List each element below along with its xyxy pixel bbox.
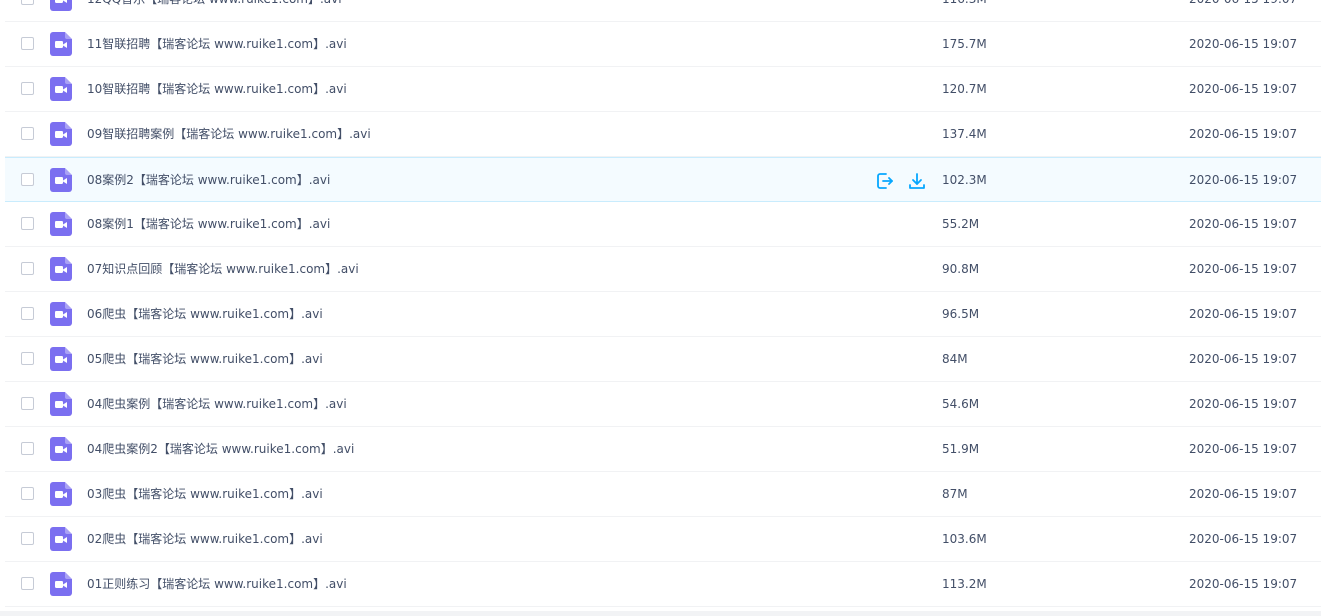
file-row[interactable]: 03爬虫【瑞客论坛 www.ruike1.com】.avi 87M 2020-0… bbox=[5, 472, 1321, 517]
file-size: 102.3M bbox=[942, 173, 987, 187]
file-row[interactable]: 01正则练习【瑞客论坛 www.ruike1.com】.avi 113.2M 2… bbox=[5, 562, 1321, 607]
file-date: 2020-06-15 19:07 bbox=[1189, 127, 1298, 141]
file-size: 84M bbox=[942, 352, 968, 366]
row-checkbox[interactable] bbox=[21, 82, 34, 95]
file-name[interactable]: 03爬虫【瑞客论坛 www.ruike1.com】.avi bbox=[87, 472, 323, 516]
file-name[interactable]: 06爬虫【瑞客论坛 www.ruike1.com】.avi bbox=[87, 292, 323, 336]
file-row[interactable]: 07知识点回顾【瑞客论坛 www.ruike1.com】.avi 90.8M 2… bbox=[5, 247, 1321, 292]
video-file-icon bbox=[50, 168, 72, 192]
file-date: 2020-06-15 19:07 bbox=[1189, 487, 1298, 501]
row-checkbox[interactable] bbox=[21, 0, 34, 5]
file-date: 2020-06-15 19:07 bbox=[1189, 173, 1298, 187]
video-file-icon bbox=[50, 482, 72, 506]
row-checkbox[interactable] bbox=[21, 487, 34, 500]
video-file-icon bbox=[50, 257, 72, 281]
video-file-icon bbox=[50, 32, 72, 56]
file-row[interactable]: 10智联招聘【瑞客论坛 www.ruike1.com】.avi 120.7M 2… bbox=[5, 67, 1321, 112]
file-row[interactable]: 09智联招聘案例【瑞客论坛 www.ruike1.com】.avi 137.4M… bbox=[5, 112, 1321, 157]
file-row[interactable]: 04爬虫案例2【瑞客论坛 www.ruike1.com】.avi 51.9M 2… bbox=[5, 427, 1321, 472]
file-date: 2020-06-15 19:07 bbox=[1189, 82, 1298, 96]
video-file-icon bbox=[50, 212, 72, 236]
file-row[interactable]: 04爬虫案例【瑞客论坛 www.ruike1.com】.avi 54.6M 20… bbox=[5, 382, 1321, 427]
row-checkbox[interactable] bbox=[21, 442, 34, 455]
row-checkbox[interactable] bbox=[21, 307, 34, 320]
file-name[interactable]: 02爬虫【瑞客论坛 www.ruike1.com】.avi bbox=[87, 517, 323, 561]
file-name[interactable]: 09智联招聘案例【瑞客论坛 www.ruike1.com】.avi bbox=[87, 112, 371, 156]
file-row[interactable]: 06爬虫【瑞客论坛 www.ruike1.com】.avi 96.5M 2020… bbox=[5, 292, 1321, 337]
file-size: 87M bbox=[942, 487, 968, 501]
file-name[interactable]: 11智联招聘【瑞客论坛 www.ruike1.com】.avi bbox=[87, 22, 347, 66]
file-size: 51.9M bbox=[942, 442, 980, 456]
file-size: 120.7M bbox=[942, 82, 987, 96]
file-size: 175.7M bbox=[942, 37, 987, 51]
file-size: 137.4M bbox=[942, 127, 987, 141]
file-row[interactable]: 05爬虫【瑞客论坛 www.ruike1.com】.avi 84M 2020-0… bbox=[5, 337, 1321, 382]
file-date: 2020-06-15 19:07 bbox=[1189, 442, 1298, 456]
file-size: 96.5M bbox=[942, 307, 980, 321]
file-size: 55.2M bbox=[942, 217, 980, 231]
video-file-icon bbox=[50, 0, 72, 11]
file-name[interactable]: 04爬虫案例【瑞客论坛 www.ruike1.com】.avi bbox=[87, 382, 347, 426]
file-date: 2020-06-15 19:07 bbox=[1189, 307, 1298, 321]
file-size: 54.6M bbox=[942, 397, 980, 411]
file-size: 116.3M bbox=[942, 0, 987, 21]
file-name[interactable]: 08案例2【瑞客论坛 www.ruike1.com】.avi bbox=[87, 158, 330, 202]
video-file-icon bbox=[50, 77, 72, 101]
file-name[interactable]: 05爬虫【瑞客论坛 www.ruike1.com】.avi bbox=[87, 337, 323, 381]
share-icon[interactable] bbox=[875, 171, 895, 191]
row-checkbox[interactable] bbox=[21, 262, 34, 275]
file-name[interactable]: 12QQ音乐【瑞客论坛 www.ruike1.com】.avi bbox=[87, 0, 342, 21]
list-bottom-border bbox=[0, 611, 1321, 616]
row-checkbox[interactable] bbox=[21, 37, 34, 50]
file-list-rows: 12QQ音乐【瑞客论坛 www.ruike1.com】.avi 116.3M 2… bbox=[0, 0, 1321, 607]
file-row[interactable]: 11智联招聘【瑞客论坛 www.ruike1.com】.avi 175.7M 2… bbox=[5, 22, 1321, 67]
row-checkbox[interactable] bbox=[21, 397, 34, 410]
file-date: 2020-06-15 19:07 bbox=[1189, 0, 1297, 21]
video-file-icon bbox=[50, 392, 72, 416]
file-name[interactable]: 10智联招聘【瑞客论坛 www.ruike1.com】.avi bbox=[87, 67, 347, 111]
video-file-icon bbox=[50, 302, 72, 326]
file-date: 2020-06-15 19:07 bbox=[1189, 262, 1298, 276]
row-actions bbox=[875, 171, 927, 191]
file-name[interactable]: 07知识点回顾【瑞客论坛 www.ruike1.com】.avi bbox=[87, 247, 359, 291]
row-checkbox[interactable] bbox=[21, 577, 34, 590]
file-name[interactable]: 04爬虫案例2【瑞客论坛 www.ruike1.com】.avi bbox=[87, 427, 354, 471]
file-row[interactable]: 12QQ音乐【瑞客论坛 www.ruike1.com】.avi 116.3M 2… bbox=[5, 0, 1321, 22]
file-size: 103.6M bbox=[942, 532, 987, 546]
row-checkbox[interactable] bbox=[21, 532, 34, 545]
file-date: 2020-06-15 19:07 bbox=[1189, 37, 1298, 51]
file-date: 2020-06-15 19:07 bbox=[1189, 352, 1298, 366]
file-list: 12QQ音乐【瑞客论坛 www.ruike1.com】.avi 116.3M 2… bbox=[0, 0, 1321, 616]
file-date: 2020-06-15 19:07 bbox=[1189, 397, 1298, 411]
file-date: 2020-06-15 19:07 bbox=[1189, 532, 1298, 546]
file-name[interactable]: 08案例1【瑞客论坛 www.ruike1.com】.avi bbox=[87, 202, 330, 246]
file-name[interactable]: 01正则练习【瑞客论坛 www.ruike1.com】.avi bbox=[87, 562, 347, 606]
video-file-icon bbox=[50, 347, 72, 371]
file-row[interactable]: 08案例1【瑞客论坛 www.ruike1.com】.avi 55.2M 202… bbox=[5, 202, 1321, 247]
video-file-icon bbox=[50, 122, 72, 146]
download-icon[interactable] bbox=[907, 171, 927, 191]
row-checkbox[interactable] bbox=[21, 217, 34, 230]
file-date: 2020-06-15 19:07 bbox=[1189, 577, 1298, 591]
file-date: 2020-06-15 19:07 bbox=[1189, 217, 1298, 231]
video-file-icon bbox=[50, 527, 72, 551]
file-row[interactable]: 08案例2【瑞客论坛 www.ruike1.com】.avi 102.3M 20… bbox=[5, 157, 1321, 202]
file-size: 113.2M bbox=[942, 577, 987, 591]
video-file-icon bbox=[50, 572, 72, 596]
row-checkbox[interactable] bbox=[21, 352, 34, 365]
video-file-icon bbox=[50, 437, 72, 461]
row-checkbox[interactable] bbox=[21, 127, 34, 140]
file-size: 90.8M bbox=[942, 262, 980, 276]
row-checkbox[interactable] bbox=[21, 173, 34, 186]
file-row[interactable]: 02爬虫【瑞客论坛 www.ruike1.com】.avi 103.6M 202… bbox=[5, 517, 1321, 562]
